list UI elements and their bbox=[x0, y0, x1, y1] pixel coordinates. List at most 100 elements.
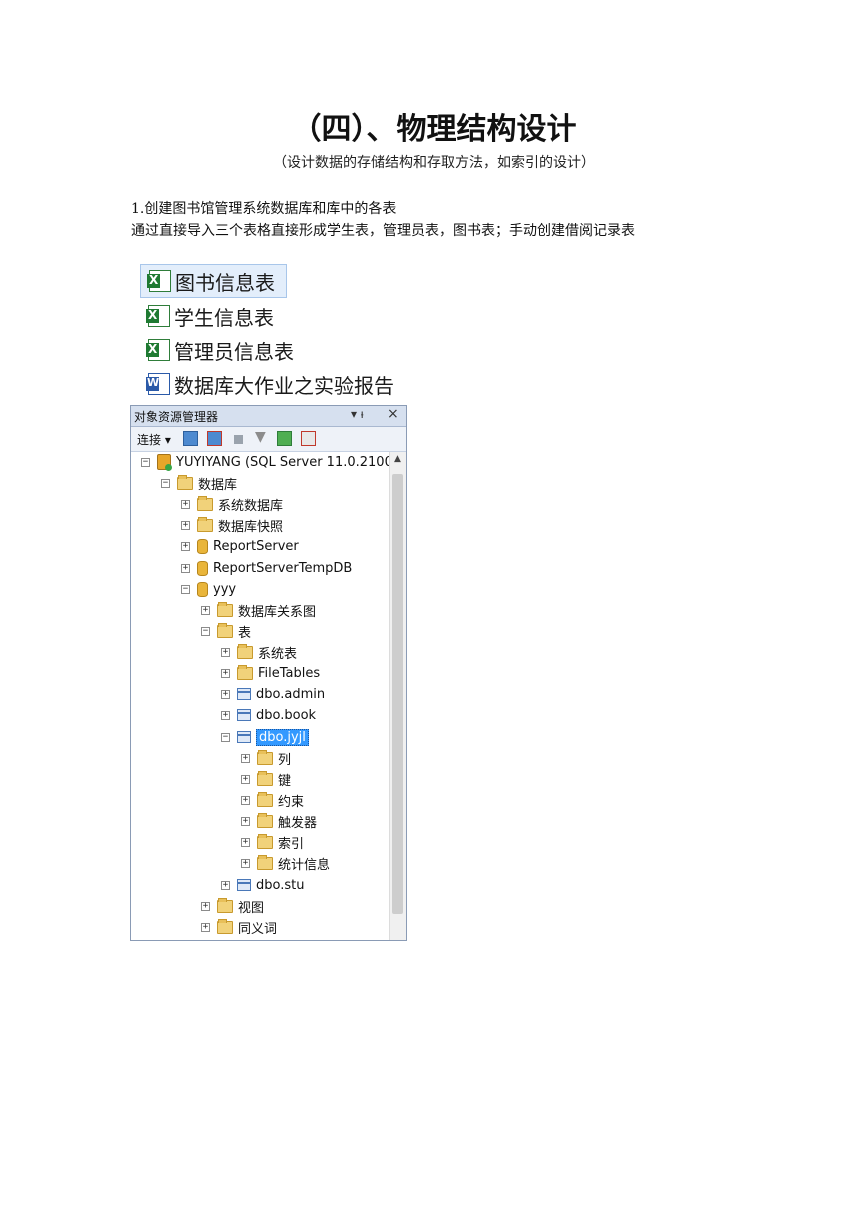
tree-label: 统计信息 bbox=[278, 857, 331, 873]
connect-button[interactable]: 连接 ▾ bbox=[137, 431, 171, 448]
expand-icon[interactable]: + bbox=[221, 668, 230, 678]
expand-icon[interactable]: + bbox=[181, 541, 190, 551]
expand-icon[interactable]: + bbox=[201, 922, 210, 932]
connect-object-icon[interactable] bbox=[183, 431, 198, 446]
tree-label: FileTables bbox=[258, 665, 321, 681]
tree-node-statistics[interactable]: + 统计信息 bbox=[241, 853, 330, 873]
pin-icon[interactable]: ▾ ᵼ bbox=[351, 407, 364, 421]
file-list: 图书信息表 学生信息表 管理员信息表 数据库大作业之实验报告 bbox=[140, 264, 406, 398]
expand-icon[interactable]: + bbox=[181, 520, 190, 530]
vertical-scrollbar[interactable]: ▲ bbox=[389, 452, 406, 940]
activity-monitor-icon[interactable] bbox=[301, 431, 316, 446]
panel-header: 对象资源管理器 ▾ ᵼ × bbox=[131, 406, 406, 427]
tree-label: yyy bbox=[213, 581, 237, 597]
expand-icon[interactable]: + bbox=[221, 880, 230, 890]
tree-node-dbo-book[interactable]: + dbo.book bbox=[221, 705, 316, 725]
file-name: 数据库大作业之实验报告 bbox=[174, 373, 394, 398]
expand-icon[interactable]: + bbox=[241, 837, 250, 847]
tree-node-databases[interactable]: − 数据库 bbox=[161, 473, 237, 493]
paragraph-step-1: 1.创建图书馆管理系统数据库和库中的各表 bbox=[131, 201, 397, 217]
tree-node-filetables[interactable]: + FileTables bbox=[221, 663, 320, 683]
tree-node-triggers[interactable]: + 触发器 bbox=[241, 811, 317, 831]
server-icon bbox=[157, 454, 172, 471]
tree-node-indexes[interactable]: + 索引 bbox=[241, 832, 304, 852]
excel-icon bbox=[146, 305, 170, 327]
tree-node-database-snapshots[interactable]: + 数据库快照 bbox=[181, 515, 283, 535]
tree-label-selected: dbo.jyjl bbox=[256, 728, 309, 746]
tree-node-dbo-stu[interactable]: + dbo.stu bbox=[221, 875, 304, 895]
tree-label: 数据库 bbox=[198, 477, 238, 493]
expand-icon[interactable]: + bbox=[221, 710, 230, 720]
expand-icon[interactable]: + bbox=[241, 816, 250, 826]
panel-title: 对象资源管理器 bbox=[134, 410, 219, 424]
file-item-report[interactable]: 数据库大作业之实验报告 bbox=[140, 368, 394, 400]
collapse-icon[interactable]: − bbox=[141, 457, 150, 467]
expand-icon[interactable]: + bbox=[201, 605, 210, 615]
folder-icon bbox=[257, 749, 273, 765]
close-icon[interactable]: × bbox=[387, 406, 399, 422]
tree-node-keys[interactable]: + 键 bbox=[241, 769, 291, 789]
expand-icon[interactable]: + bbox=[181, 563, 190, 573]
page-subtitle: （设计数据的存储结构和存取方法，如索引的设计） bbox=[273, 155, 595, 171]
disconnect-icon[interactable] bbox=[207, 431, 222, 446]
file-item-book-info[interactable]: 图书信息表 bbox=[140, 264, 287, 298]
refresh-icon[interactable] bbox=[277, 431, 292, 446]
tree-node-constraints[interactable]: + 约束 bbox=[241, 790, 304, 810]
file-name: 图书信息表 bbox=[175, 270, 275, 295]
folder-icon bbox=[177, 474, 193, 490]
folder-icon bbox=[237, 643, 253, 659]
tree-label: ReportServerTempDB bbox=[213, 560, 353, 576]
scroll-up-icon[interactable]: ▲ bbox=[394, 454, 401, 464]
tree-node-system-databases[interactable]: + 系统数据库 bbox=[181, 494, 283, 514]
object-tree: − YUYIYANG (SQL Server 11.0.2100 − 数据库 +… bbox=[131, 452, 393, 940]
tree-label: 触发器 bbox=[278, 815, 318, 831]
expand-icon[interactable]: + bbox=[221, 647, 230, 657]
file-item-student-info[interactable]: 学生信息表 bbox=[140, 300, 274, 332]
tree-node-views[interactable]: + 视图 bbox=[201, 896, 264, 916]
expand-icon[interactable]: + bbox=[201, 901, 210, 911]
collapse-icon[interactable]: − bbox=[221, 732, 230, 742]
expand-icon[interactable]: + bbox=[241, 774, 250, 784]
scrollbar-thumb[interactable] bbox=[392, 474, 403, 914]
expand-icon[interactable]: + bbox=[181, 499, 190, 509]
collapse-icon[interactable]: − bbox=[181, 584, 190, 594]
folder-icon bbox=[217, 918, 233, 934]
expand-icon[interactable]: + bbox=[241, 753, 250, 763]
tree-label: 系统表 bbox=[258, 646, 298, 662]
tree-node-columns[interactable]: + 列 bbox=[241, 748, 291, 768]
tree-node-reportserver[interactable]: + ReportServer bbox=[181, 536, 299, 556]
database-icon bbox=[197, 560, 208, 576]
tree-node-dbo-admin[interactable]: + dbo.admin bbox=[221, 684, 325, 704]
filter-icon[interactable]: ▼ bbox=[255, 429, 270, 445]
tree-label: dbo.admin bbox=[256, 686, 326, 702]
stop-icon[interactable] bbox=[234, 435, 243, 444]
expand-icon[interactable]: + bbox=[221, 689, 230, 699]
tree-node-system-tables[interactable]: + 系统表 bbox=[221, 642, 297, 662]
tree-node-tables[interactable]: − 表 bbox=[201, 621, 251, 641]
folder-icon bbox=[257, 833, 273, 849]
tree-node-yyy[interactable]: − yyy bbox=[181, 579, 236, 599]
tree-label: dbo.book bbox=[256, 707, 317, 723]
folder-icon bbox=[197, 495, 213, 511]
expand-icon[interactable]: + bbox=[241, 858, 250, 868]
table-icon bbox=[237, 879, 251, 891]
expand-icon[interactable]: + bbox=[241, 795, 250, 805]
object-explorer-panel: 对象资源管理器 ▾ ᵼ × 连接 ▾ ▼ − YUYIYANG (SQL Ser… bbox=[130, 405, 407, 941]
tree-label: 数据库关系图 bbox=[238, 604, 317, 620]
tree-label: 键 bbox=[278, 773, 292, 789]
tree-node-diagrams[interactable]: + 数据库关系图 bbox=[201, 600, 316, 620]
excel-icon bbox=[146, 339, 170, 361]
tree-node-dbo-jyjl[interactable]: − dbo.jyjl bbox=[221, 727, 309, 747]
tree-node-synonyms[interactable]: + 同义词 bbox=[201, 917, 277, 937]
file-name: 学生信息表 bbox=[174, 305, 274, 330]
file-item-admin-info[interactable]: 管理员信息表 bbox=[140, 334, 294, 366]
collapse-icon[interactable]: − bbox=[161, 478, 170, 488]
folder-icon bbox=[217, 622, 233, 638]
table-icon bbox=[237, 731, 251, 743]
folder-icon bbox=[197, 516, 213, 532]
tree-node-reportservertempdb[interactable]: + ReportServerTempDB bbox=[181, 558, 352, 578]
tree-node-server[interactable]: − YUYIYANG (SQL Server 11.0.2100 bbox=[141, 452, 393, 472]
collapse-icon[interactable]: − bbox=[201, 626, 210, 636]
database-icon bbox=[197, 581, 208, 597]
folder-icon bbox=[217, 601, 233, 617]
